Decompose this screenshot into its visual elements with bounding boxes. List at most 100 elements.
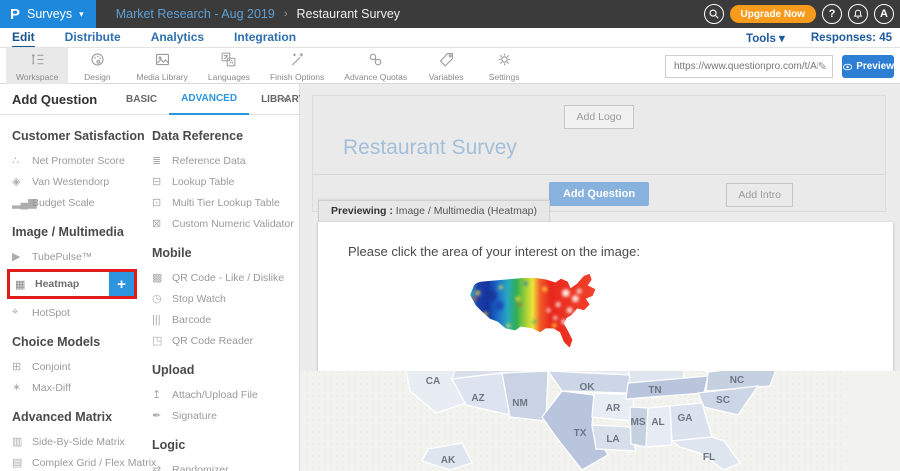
question-type-lookup-table[interactable]: ⊟Lookup Table [152, 171, 299, 192]
close-icon[interactable]: ✕ [281, 93, 290, 106]
tools-menu[interactable]: Tools ▾ [746, 31, 785, 45]
question-type-multi-tier-lookup-table[interactable]: ⊡Multi Tier Lookup Table [152, 192, 299, 213]
usa-heatmap-image[interactable] [461, 272, 617, 360]
section-heading: Mobile [152, 246, 299, 260]
state-label-sc: SC [716, 395, 730, 406]
add-logo-button[interactable]: Add Logo [564, 105, 635, 129]
nav-tab-distribute[interactable]: Distribute [65, 28, 121, 47]
variables-icon [438, 51, 455, 68]
state-shape-nm[interactable] [502, 371, 548, 421]
add-heatmap-question-button[interactable]: + [109, 272, 134, 296]
question-type-label: Heatmap [35, 278, 109, 290]
toolbar-item-settings[interactable]: Settings [475, 48, 533, 84]
question-type-reference-data[interactable]: ≣Reference Data [152, 150, 299, 171]
add-question-button[interactable]: Add Question [549, 182, 649, 206]
finish-options-icon [289, 51, 306, 68]
eye-icon [842, 62, 853, 72]
chevron-down-icon: ▾ [79, 9, 84, 20]
state-label-tx: TX [574, 428, 587, 439]
toolbar-item-label: Workspace [16, 72, 58, 82]
question-type-column-left: Customer Satisfaction ∴Net Promoter Score… [12, 117, 152, 471]
state-label-la: LA [606, 434, 619, 445]
toolbar-item-label: Advance Quotas [344, 72, 407, 82]
preview-button[interactable]: Preview [842, 55, 894, 78]
help-button[interactable]: ? [822, 4, 842, 24]
section-customer-satisfaction: Customer Satisfaction ∴Net Promoter Score… [12, 129, 152, 213]
add-intro-button[interactable]: Add Intro [726, 183, 793, 207]
toolbar-item-label: Design [84, 72, 110, 82]
section-upload: Upload↥Attach/Upload File✒Signature [152, 363, 299, 426]
search-button[interactable] [704, 4, 724, 24]
question-type-label: Reference Data [172, 155, 246, 167]
hotspot-icon: ⌖ [12, 306, 32, 319]
survey-title[interactable]: Restaurant Survey [343, 136, 885, 160]
edit-url-icon[interactable]: ✎ [818, 60, 827, 73]
question-type-custom-numeric-validator[interactable]: ⊠Custom Numeric Validator [152, 213, 299, 234]
product-switcher[interactable]: P Surveys ▾ [0, 0, 96, 28]
state-label-ar: AR [606, 403, 621, 414]
nav-tab-edit[interactable]: Edit [12, 28, 35, 47]
question-type-qr-code-reader[interactable]: ◳QR Code Reader [152, 330, 299, 351]
question-type-randomizer[interactable]: ⇄Randomizer [152, 459, 299, 471]
upgrade-now-button[interactable]: Upgrade Now [730, 5, 816, 23]
share-url-text: https://www.questionpro.com/t/APNrFZ [674, 61, 818, 72]
question-type-qr-code-like-dislike[interactable]: ▩QR Code - Like / Dislike [152, 267, 299, 288]
breadcrumb-folder[interactable]: Market Research - Aug 2019 [116, 7, 275, 21]
toolbar-item-label: Media Library [136, 72, 188, 82]
state-label-ok: OK [580, 382, 596, 393]
toolbar-item-label: Languages [208, 72, 250, 82]
multi-tier-lookup-table-icon: ⊡ [152, 196, 172, 209]
us-states-map[interactable]: CAAZNMOKTXARLAMSALGATNNCSCFLAK [300, 371, 900, 471]
section-mobile: Mobile ▩QR Code - Like / Dislike◷Stop Wat… [152, 246, 299, 351]
question-preview-card: Please click the area of your interest o… [318, 222, 893, 371]
share-url-field[interactable]: https://www.questionpro.com/t/APNrFZ ✎ [665, 55, 833, 78]
question-type-attach-upload-file[interactable]: ↥Attach/Upload File [152, 384, 299, 405]
question-type-tubepulse[interactable]: ▶TubePulse™ [12, 246, 152, 267]
toolbar-item-advance-quotas[interactable]: Advance Quotas [334, 48, 417, 84]
toolbar-item-label: Settings [489, 72, 520, 82]
net-promoter-score-icon: ∴ [12, 154, 32, 167]
question-type-budget-scale[interactable]: ▂▄▆Budget Scale [12, 192, 152, 213]
section-heading: Customer Satisfaction [12, 129, 152, 143]
toolbar-item-design[interactable]: Design [68, 48, 126, 84]
question-type-conjoint[interactable]: ⊞Conjoint [12, 356, 152, 377]
nav-tab-analytics[interactable]: Analytics [151, 28, 204, 47]
question-type-hotspot[interactable]: ⌖HotSpot [12, 302, 152, 323]
attach-upload-file-icon: ↥ [152, 388, 172, 401]
question-type-complex-grid-flex-matrix[interactable]: ▤Complex Grid / Flex Matrix [12, 452, 152, 471]
question-type-label: Barcode [172, 314, 211, 326]
add-question-panel: Add Question BASICADVANCEDLIBRARY ✕ Cust… [0, 84, 300, 471]
toolbar-item-languages[interactable]: ALanguages [198, 48, 260, 84]
top-bar: P Surveys ▾ Market Research - Aug 2019 ›… [0, 0, 900, 28]
logo-row: Add Logo [313, 96, 885, 134]
question-type-max-diff[interactable]: ✶Max-Diff [12, 377, 152, 398]
budget-scale-icon: ▂▄▆ [12, 196, 32, 209]
responses-count[interactable]: Responses: 45 [811, 32, 892, 44]
avatar[interactable]: A [874, 4, 894, 24]
editor-toolbar: Workspace Design Media Library ALanguagesFi… [0, 48, 900, 84]
panel-tab-advanced[interactable]: ADVANCED [169, 84, 249, 115]
toolbar-item-media-library[interactable]: Media Library [126, 48, 198, 84]
advance-quotas-icon [367, 51, 384, 68]
state-label-az: AZ [471, 393, 484, 404]
toolbar-item-workspace[interactable]: Workspace [6, 48, 68, 84]
notifications-button[interactable] [848, 4, 868, 24]
toolbar-item-variables[interactable]: Variables [417, 48, 475, 84]
question-type-barcode[interactable]: |||Barcode [152, 309, 299, 330]
randomizer-icon: ⇄ [152, 463, 172, 471]
question-type-stop-watch[interactable]: ◷Stop Watch [152, 288, 299, 309]
section-heading: Data Reference [152, 129, 299, 143]
question-type-heatmap[interactable]: ▦Heatmap+ [7, 269, 137, 299]
question-type-side-by-side-matrix[interactable]: ▥Side-By-Side Matrix [12, 431, 152, 452]
breadcrumb-survey[interactable]: Restaurant Survey [297, 7, 401, 21]
panel-title: Add Question [12, 92, 97, 107]
question-type-van-westendorp[interactable]: ◈Van Westendorp [12, 171, 152, 192]
state-label-ak: AK [441, 455, 456, 466]
panel-tab-basic[interactable]: BASIC [114, 84, 169, 115]
question-type-net-promoter-score[interactable]: ∴Net Promoter Score [12, 150, 152, 171]
question-type-label: Budget Scale [32, 197, 94, 209]
question-type-label: Randomizer [172, 464, 229, 471]
question-type-signature[interactable]: ✒Signature [152, 405, 299, 426]
toolbar-item-finish-options[interactable]: Finish Options [260, 48, 334, 84]
nav-tab-integration[interactable]: Integration [234, 28, 296, 47]
